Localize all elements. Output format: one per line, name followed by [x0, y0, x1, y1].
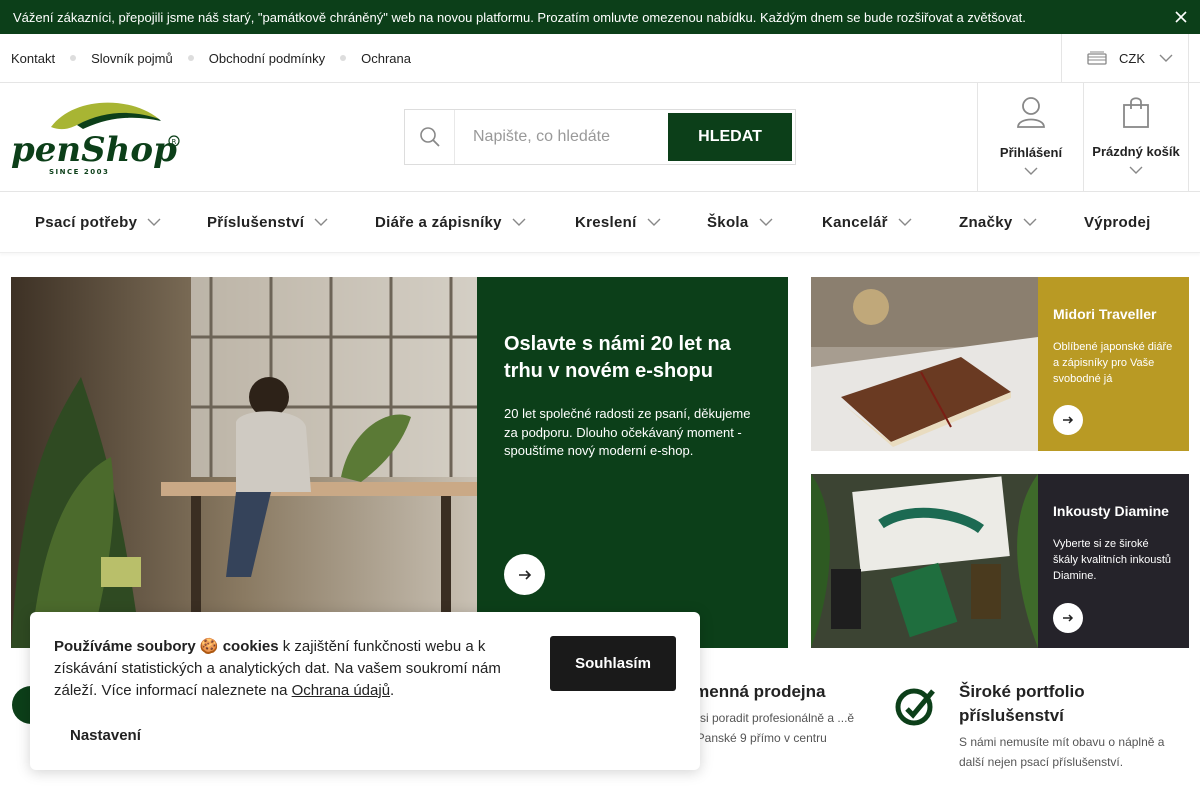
nav-label: Psací potřeby: [35, 213, 138, 231]
chevron-down-icon: [647, 218, 661, 226]
top-bar: Kontakt Slovník pojmů Obchodní podmínky …: [0, 34, 1200, 83]
logo-tagline: SINCE 2003: [49, 168, 109, 176]
top-links: Kontakt Slovník pojmů Obchodní podmínky …: [11, 34, 411, 82]
toplink-ochrana[interactable]: Ochrana: [361, 51, 411, 66]
promo-diamine[interactable]: Inkousty Diamine Vyberte si ze široké šk…: [811, 474, 1189, 648]
cookie-agree-button[interactable]: Souhlasím: [550, 636, 676, 691]
promo-diamine-title: Inkousty Diamine: [1053, 503, 1169, 519]
nav-psaci-potreby[interactable]: Psací potřeby: [35, 192, 161, 252]
login-label: Přihlášení: [999, 145, 1063, 160]
nav-prislusenstvi[interactable]: Příslušenství: [207, 192, 328, 252]
nav-label: Diáře a zápisníky: [375, 213, 502, 231]
notice-bar: Vážení zákazníci, přepojili jsme náš sta…: [0, 0, 1200, 34]
promo-diamine-arrow-button[interactable]: [1053, 603, 1083, 633]
nav-kancelar[interactable]: Kancelář: [822, 192, 912, 252]
nav-label: Značky: [959, 213, 1013, 231]
feature-portfolio-title: Široké portfolio příslušenství: [959, 682, 1085, 725]
promo-midori-title: Midori Traveller: [1053, 306, 1157, 322]
currency-selector[interactable]: CZK: [1061, 34, 1189, 82]
separator-dot: [187, 55, 194, 61]
hero-arrow-button[interactable]: [504, 554, 545, 595]
svg-text:R: R: [172, 138, 177, 146]
login-button[interactable]: Přihlášení: [977, 83, 1084, 191]
cookie-settings-button[interactable]: Nastavení: [70, 727, 141, 744]
main-nav: Psací potřeby Příslušenství Diáře a zápi…: [0, 192, 1200, 253]
toplink-podminky[interactable]: Obchodní podmínky: [209, 51, 325, 66]
cart-button[interactable]: Prázdný košík: [1083, 83, 1189, 191]
nav-label: Kreslení: [575, 213, 637, 231]
logo-text: penShop: [11, 130, 177, 170]
notice-text: Vážení zákazníci, přepojili jsme náš sta…: [13, 9, 1026, 25]
header: penShop R SINCE 2003 HLEDAT Přihlášení P…: [0, 83, 1200, 192]
nav-vyprodej[interactable]: Výprodej: [1084, 192, 1151, 252]
hero-text: 20 let společné radosti ze psaní, děkuje…: [504, 406, 751, 458]
nav-label: Kancelář: [822, 213, 888, 231]
promo-diamine-image: [811, 474, 1038, 648]
chevron-down-icon: [759, 218, 773, 226]
nav-label: Příslušenství: [207, 213, 305, 231]
cookie-title: Používáme soubory 🍪 cookies: [54, 638, 279, 655]
hero-banner[interactable]: Oslavte s námi 20 let na trhu v novém e-…: [11, 277, 788, 648]
shopping-bag-icon: [1123, 97, 1149, 128]
search-button[interactable]: HLEDAT: [668, 113, 792, 161]
chevron-down-icon: [1129, 166, 1143, 174]
currency-value: CZK: [1119, 50, 1145, 66]
chevron-down-icon: [1024, 167, 1038, 175]
promo-diamine-text: Vyberte si ze široké škály kvalitních in…: [1053, 538, 1171, 582]
separator-dot: [70, 55, 77, 61]
privacy-link[interactable]: Ochrana údajů: [292, 682, 390, 699]
cookie-banner: Používáme soubory 🍪 cookies k zajištění …: [30, 612, 700, 770]
feature-prodejna-text: ...e si poradit profesionálně a ...ě na …: [680, 711, 855, 745]
separator-dot: [340, 55, 347, 61]
promo-midori[interactable]: Midori Traveller Oblíbené japonské diáře…: [811, 277, 1189, 451]
chevron-down-icon: [1159, 54, 1173, 62]
promo-midori-text: Oblíbené japonské diáře a zápisníky pro …: [1053, 341, 1173, 385]
arrow-right-icon: [1063, 416, 1074, 424]
cookie-text: Používáme soubory 🍪 cookies k zajištění …: [54, 636, 529, 702]
hero-photo: [11, 277, 477, 648]
arrow-right-icon: [518, 569, 531, 580]
search-bar: HLEDAT: [404, 109, 796, 165]
toplink-kontakt[interactable]: Kontakt: [11, 51, 55, 66]
nav-label: Škola: [707, 213, 749, 231]
nav-label: Výprodej: [1084, 213, 1151, 231]
chevron-down-icon: [147, 218, 161, 226]
chevron-down-icon: [898, 218, 912, 226]
promo-midori-arrow-button[interactable]: [1053, 405, 1083, 435]
toplink-slovnik[interactable]: Slovník pojmů: [91, 51, 173, 66]
search-icon[interactable]: [405, 110, 455, 164]
chevron-down-icon: [512, 218, 526, 226]
cart-label: Prázdný košík: [1092, 144, 1180, 159]
arrow-right-icon: [1063, 614, 1074, 622]
search-input[interactable]: [455, 110, 665, 164]
nav-diare-zapisniky[interactable]: Diáře a zápisníky: [375, 192, 526, 252]
chevron-down-icon: [314, 218, 328, 226]
user-icon: [1017, 97, 1045, 128]
nav-kresleni[interactable]: Kreslení: [575, 192, 661, 252]
promo-midori-image: [811, 277, 1038, 451]
chevron-down-icon: [1023, 218, 1036, 226]
pen-check-icon: [895, 688, 935, 726]
nav-znacky[interactable]: Značky: [959, 192, 1037, 252]
hero-title: Oslavte s námi 20 let na trhu v novém e-…: [504, 333, 731, 382]
nav-skola[interactable]: Škola: [707, 192, 773, 252]
feature-prodejna-title: ...menná prodejna: [680, 682, 826, 701]
cookie-end: .: [390, 682, 395, 699]
money-icon: [1087, 51, 1107, 65]
feature-portfolio-text: S námi nemusíte mít obavu o náplně a dal…: [959, 735, 1165, 769]
penshop-logo[interactable]: penShop R SINCE 2003: [11, 99, 181, 177]
close-icon[interactable]: [1174, 10, 1188, 24]
